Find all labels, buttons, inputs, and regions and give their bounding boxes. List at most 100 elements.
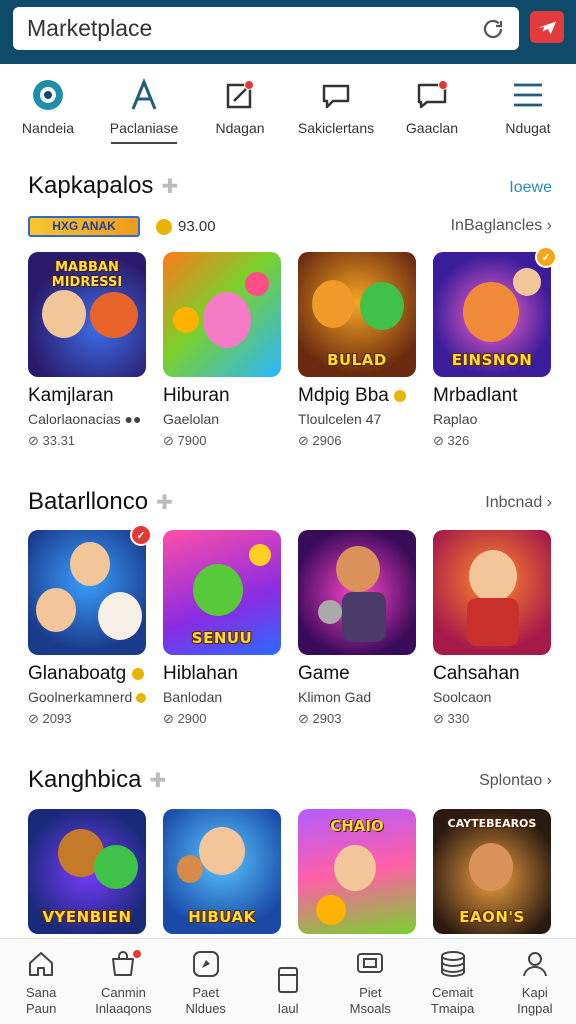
promo-banner[interactable]: HXG ANAK xyxy=(28,216,140,237)
app-card[interactable]: BULAD Mdpig Bba Tloulcelen 47 ⊘ 2906 xyxy=(298,252,416,449)
app-card[interactable]: CHAIO xyxy=(298,809,416,934)
nav-item-sakiclertans[interactable]: Sakiclertans xyxy=(288,64,384,154)
app-subtitle: Klimon Gad xyxy=(298,689,372,705)
featured-badge: ✓ xyxy=(535,246,557,268)
promo-row: HXG ANAK 93.00 xyxy=(28,216,216,237)
app-name-text: Mdpig Bba xyxy=(298,385,389,406)
app-card[interactable]: VYENBIEN xyxy=(28,809,146,934)
section-link[interactable]: Splontao › xyxy=(479,772,552,790)
coin-icon xyxy=(156,218,172,235)
app-card[interactable]: ✓ EINSNON Mrbadlant Raplao ⊘ 326 xyxy=(433,246,557,449)
app-card[interactable]: Hiburan Gaelolan ⊘ 7900 xyxy=(163,252,281,449)
app-price: ⊘ 326 xyxy=(433,433,470,448)
app-price: ⊘ 7900 xyxy=(163,433,207,448)
card-row: VYENBIEN HIBUAK CHAIO CAYTEBEAROS EAON'S xyxy=(28,809,551,934)
top-bar: Marketplace xyxy=(0,0,576,64)
reload-icon[interactable] xyxy=(481,17,505,41)
nav-label: Ndagan xyxy=(215,120,265,136)
user-icon xyxy=(522,952,547,977)
thumbnail-caption: CHAIO xyxy=(330,817,384,835)
app-card[interactable]: HIBUAK xyxy=(163,809,281,934)
bottom-nav-item[interactable]: Piet Msoals xyxy=(329,939,411,1024)
tablet-icon xyxy=(277,967,298,993)
bottom-nav-item[interactable]: Paet Nldues xyxy=(165,939,247,1024)
app-card[interactable]: MABBAN MIDRESSI Kamjlaran Calorlaonacias… xyxy=(28,252,146,449)
app-name: Glanaboatg xyxy=(28,663,146,685)
app-card[interactable]: SENUU Hiblahan Banlodan ⊘ 2900 xyxy=(163,530,281,727)
coin-icon xyxy=(394,389,407,402)
letter-a-icon xyxy=(131,78,157,110)
promo-link[interactable]: InBaglancles › xyxy=(451,217,552,235)
notification-badge xyxy=(438,80,448,90)
bottom-nav-label: Sana Paun xyxy=(25,985,57,1016)
app-thumbnail: HIBUAK xyxy=(163,809,281,934)
bottom-nav-item[interactable]: Cemait Tmaipa xyxy=(411,939,493,1024)
target-icon xyxy=(33,80,63,110)
app-price: ⊘ 2906 xyxy=(298,433,342,448)
app-thumbnail: EINSNON xyxy=(433,252,551,377)
home-icon xyxy=(29,952,54,976)
app-thumbnail: CAYTEBEAROS EAON'S xyxy=(433,809,551,934)
nav-label: Gaaclan xyxy=(405,120,459,136)
app-subtitle: Raplao xyxy=(433,411,478,427)
promo-rating: 93.00 xyxy=(156,218,216,235)
bottom-nav-item[interactable]: Kapi Ingpal xyxy=(494,939,576,1024)
search-input[interactable]: Marketplace xyxy=(13,7,519,50)
bottom-nav-label: Kapi Ingpal xyxy=(517,985,553,1016)
thumbnail-caption: HIBUAK xyxy=(188,908,256,926)
section-link[interactable]: Inbcnad › xyxy=(485,494,552,512)
bottom-nav-label: Canmin Inlaaqons xyxy=(95,985,152,1016)
bottom-nav-label: Paet Nldues xyxy=(185,985,226,1016)
thumbnail-caption: EAON'S xyxy=(459,908,525,926)
thumbnail-top-caption: CAYTEBEAROS xyxy=(447,817,537,830)
thumbnail-caption: SENUU xyxy=(191,629,253,647)
app-price: ⊘ 2903 xyxy=(298,711,342,726)
app-thumbnail: BULAD xyxy=(298,252,416,377)
nav-item-paclaniase[interactable]: Paclaniase xyxy=(96,64,192,154)
nav-item-gaaclan[interactable]: Gaaclan xyxy=(384,64,480,154)
category-nav: Nandeia Paclaniase Ndagan Sakiclertans G… xyxy=(0,64,576,154)
plus-icon[interactable]: ✚ xyxy=(161,174,178,199)
section-title: Kanghbica ✚ xyxy=(28,766,166,794)
plus-icon[interactable]: ✚ xyxy=(149,768,166,793)
bottom-nav-item[interactable]: Iaul xyxy=(247,939,329,1024)
notification-badge xyxy=(132,949,143,959)
menu-icon xyxy=(514,83,542,107)
thumbnail-caption: MABBAN MIDRESSI xyxy=(51,260,123,290)
coin-icon xyxy=(131,667,144,680)
nav-item-nandeia[interactable]: Nandeia xyxy=(0,64,96,154)
section-title: Kapkapalos ✚ xyxy=(28,172,178,200)
app-card[interactable]: Game Klimon Gad ⊘ 2903 xyxy=(298,530,416,727)
nav-item-ndagan[interactable]: Ndagan xyxy=(192,64,288,154)
nav-item-ndugat[interactable]: Ndugat xyxy=(480,64,576,154)
bottom-nav-label: Iaul xyxy=(277,1001,299,1016)
plus-icon[interactable]: ✚ xyxy=(156,490,173,515)
media-icon xyxy=(357,953,384,973)
card-row: MABBAN MIDRESSI Kamjlaran Calorlaonacias… xyxy=(28,246,557,449)
bottom-nav-item[interactable]: Canmin Inlaaqons xyxy=(82,939,164,1024)
app-card[interactable]: CAYTEBEAROS EAON'S xyxy=(433,809,551,934)
app-price: ⊘ 2900 xyxy=(163,711,207,726)
thumbnail-caption: VYENBIEN xyxy=(42,908,132,926)
app-name: Kamjlaran xyxy=(28,385,114,406)
coin-icon xyxy=(136,693,147,704)
bottom-nav: Sana Paun Canmin Inlaaqons Paet Nldues I… xyxy=(0,938,576,1024)
app-thumbnail xyxy=(298,530,416,655)
app-name: Hiburan xyxy=(163,385,230,406)
bottom-nav-item[interactable]: Sana Paun xyxy=(0,939,82,1024)
plane-icon xyxy=(537,21,557,35)
section-title-text: Batarllonco xyxy=(28,488,149,515)
nav-label: Ndugat xyxy=(505,120,551,136)
app-name: Mdpig Bba xyxy=(298,385,416,407)
app-price: ⊘ 330 xyxy=(433,711,470,726)
app-name: Mrbadlant xyxy=(433,385,518,406)
section-link[interactable]: Ioewe xyxy=(509,179,552,197)
app-card[interactable]: ✓ Glanaboatg Goolnerkamnerd ⊘ 2093 xyxy=(28,524,152,727)
thumbnail-caption: BULAD xyxy=(327,351,387,369)
search-text: Marketplace xyxy=(27,15,153,41)
app-subtitle: Calorlaonacias ●● xyxy=(28,411,142,427)
app-subtitle: Soolcaon xyxy=(433,689,492,705)
app-card[interactable]: Cahsahan Soolcaon ⊘ 330 xyxy=(433,530,551,727)
promo-rating-value: 93.00 xyxy=(178,218,216,235)
extension-button[interactable] xyxy=(530,11,564,43)
